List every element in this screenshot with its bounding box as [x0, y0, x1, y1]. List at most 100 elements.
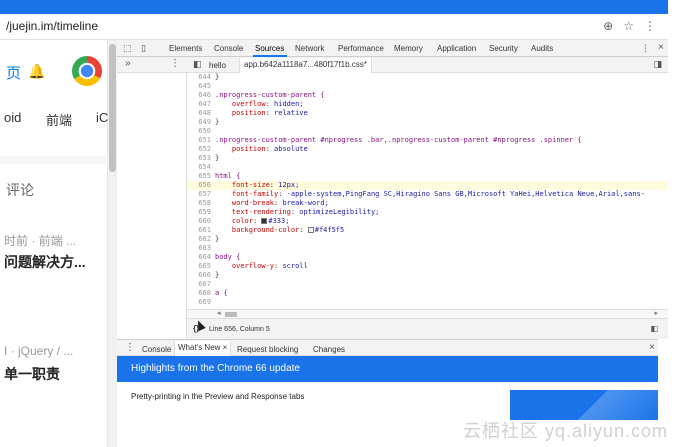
code-line[interactable]: 668 a {	[187, 289, 668, 298]
code-line[interactable]: 648 position: relative	[187, 109, 668, 118]
line-number[interactable]: 648	[187, 109, 211, 118]
code-line[interactable]: 658 word-break: break-word;	[187, 199, 668, 208]
star-icon[interactable]: ☆	[623, 19, 634, 33]
navigator-menu-icon[interactable]: ⋮	[170, 58, 180, 69]
code-line[interactable]: 650	[187, 127, 668, 136]
line-number[interactable]: 668	[187, 289, 211, 298]
code-line[interactable]: 647 overflow: hidden;	[187, 100, 668, 109]
line-number[interactable]: 666	[187, 271, 211, 280]
bell-icon[interactable]: 🔔	[28, 63, 45, 80]
line-number[interactable]: 661	[187, 226, 211, 235]
drawer-tab-changes[interactable]: Changes	[313, 345, 345, 354]
horizontal-scrollbar-thumb[interactable]	[225, 312, 237, 317]
code-text[interactable]: }	[215, 271, 219, 280]
code-text[interactable]: font-size: 12px;	[215, 181, 299, 190]
code-text[interactable]: .nprogress-custom-parent {	[215, 91, 325, 100]
line-number[interactable]: 663	[187, 244, 211, 253]
code-text[interactable]: color: #333;	[215, 217, 290, 226]
line-number[interactable]: 665	[187, 262, 211, 271]
code-text[interactable]: position: relative	[215, 109, 308, 118]
line-number[interactable]: 657	[187, 190, 211, 199]
line-number[interactable]: 650	[187, 127, 211, 136]
tab-console[interactable]: Console	[214, 44, 243, 53]
code-line[interactable]: 651 .nprogress-custom-parent #nprogress .…	[187, 136, 668, 145]
whats-new-item[interactable]: Pretty-printing in the Preview and Respo…	[131, 392, 304, 401]
code-line[interactable]: 654	[187, 163, 668, 172]
line-number[interactable]: 654	[187, 163, 211, 172]
line-number[interactable]: 649	[187, 118, 211, 127]
line-number[interactable]: 645	[187, 82, 211, 91]
code-editor[interactable]: 644} 645 646 .nprogress-custom-parent {647 …	[187, 73, 668, 309]
category-tab-oid[interactable]: oid	[4, 110, 21, 125]
line-number[interactable]: 653	[187, 154, 211, 163]
file-tab-hello[interactable]: hello	[209, 61, 226, 70]
code-line[interactable]: 645	[187, 82, 668, 91]
code-line[interactable]: 667	[187, 280, 668, 289]
tab-audits[interactable]: Audits	[531, 44, 553, 53]
file-tab-css[interactable]: app.b642a1118a7...480f17f1b.css*	[239, 58, 372, 73]
code-text[interactable]: }	[215, 235, 219, 244]
line-number[interactable]: 660	[187, 217, 211, 226]
code-text[interactable]: html {	[215, 172, 240, 181]
code-text[interactable]: .nprogress-custom-parent #nprogress .bar…	[215, 136, 582, 145]
code-text[interactable]: overflow-y: scroll	[215, 262, 308, 271]
drawer-tab-whats-new[interactable]: What's New ×	[174, 341, 232, 357]
zoom-icon[interactable]: ⊕	[603, 19, 613, 33]
category-tab-ic[interactable]: iC	[96, 110, 108, 125]
code-line[interactable]: 661 background-color: #f4f5f5	[187, 226, 668, 235]
inspect-icon[interactable]: ⬚	[123, 43, 132, 54]
code-line[interactable]: 649}	[187, 118, 668, 127]
tab-sources[interactable]: Sources	[255, 44, 284, 53]
code-line[interactable]: 663	[187, 244, 668, 253]
code-line[interactable]: 646 .nprogress-custom-parent {	[187, 91, 668, 100]
comments-label[interactable]: 评论	[6, 180, 34, 200]
scroll-left-icon[interactable]: ◂	[217, 309, 221, 317]
line-number[interactable]: 664	[187, 253, 211, 262]
code-line[interactable]: 656 font-size: 12px;	[187, 181, 668, 190]
code-text[interactable]: overflow: hidden;	[215, 100, 304, 109]
code-text[interactable]: a {	[215, 289, 228, 298]
code-text[interactable]: position: absolute	[215, 145, 308, 154]
code-text[interactable]: text-rendering: optimizeLegibility;	[215, 208, 380, 217]
toggle-navigator-icon[interactable]: ◧	[193, 59, 202, 70]
line-number[interactable]: 652	[187, 145, 211, 154]
tab-network[interactable]: Network	[295, 44, 324, 53]
settings-menu-icon[interactable]: ⋮	[641, 43, 650, 54]
code-text[interactable]: background-color: #f4f5f5	[215, 226, 344, 235]
code-line[interactable]: 644}	[187, 73, 668, 82]
drawer-tab-console[interactable]: Console	[142, 345, 171, 354]
code-text[interactable]: }	[215, 154, 219, 163]
code-text[interactable]: }	[215, 73, 219, 82]
url-text[interactable]: /juejin.im/timeline	[6, 19, 98, 33]
drawer-tab-request-blocking[interactable]: Request blocking	[237, 345, 298, 354]
line-number[interactable]: 669	[187, 298, 211, 307]
line-number[interactable]: 662	[187, 235, 211, 244]
expand-chevron-icon[interactable]: »	[125, 58, 131, 69]
code-line[interactable]: 659 text-rendering: optimizeLegibility;	[187, 208, 668, 217]
code-text[interactable]: }	[215, 118, 219, 127]
code-line[interactable]: 664 body {	[187, 253, 668, 262]
address-bar[interactable]: /juejin.im/timeline ⊕ ☆ ⋮	[0, 14, 668, 40]
code-line[interactable]: 655 html {	[187, 172, 668, 181]
page-scrollbar-thumb[interactable]	[109, 44, 116, 172]
code-line[interactable]: 665 overflow-y: scroll	[187, 262, 668, 271]
device-toolbar-icon[interactable]: ▯	[141, 43, 146, 54]
toggle-debugger-icon[interactable]: ◨	[653, 59, 662, 70]
code-line[interactable]: 652 position: absolute	[187, 145, 668, 154]
line-number[interactable]: 656	[187, 181, 211, 190]
avatar[interactable]	[72, 56, 102, 86]
more-icon[interactable]: ⋮	[644, 19, 656, 33]
line-number[interactable]: 647	[187, 100, 211, 109]
nav-home-link[interactable]: 页	[6, 62, 21, 83]
code-line[interactable]: 657 font-family: -apple-system,PingFang …	[187, 190, 668, 199]
line-number[interactable]: 655	[187, 172, 211, 181]
horizontal-scrollbar[interactable]: ◂ ▸	[187, 309, 668, 318]
tab-performance[interactable]: Performance	[338, 44, 384, 53]
code-text[interactable]: font-family: -apple-system,PingFang SC,H…	[215, 190, 645, 199]
line-number[interactable]: 644	[187, 73, 211, 82]
code-line[interactable]: 669	[187, 298, 668, 307]
drawer-menu-icon[interactable]: ⋮	[125, 342, 135, 353]
tab-elements[interactable]: Elements	[169, 44, 202, 53]
close-drawer-icon[interactable]: ×	[649, 342, 655, 353]
tab-memory[interactable]: Memory	[394, 44, 423, 53]
